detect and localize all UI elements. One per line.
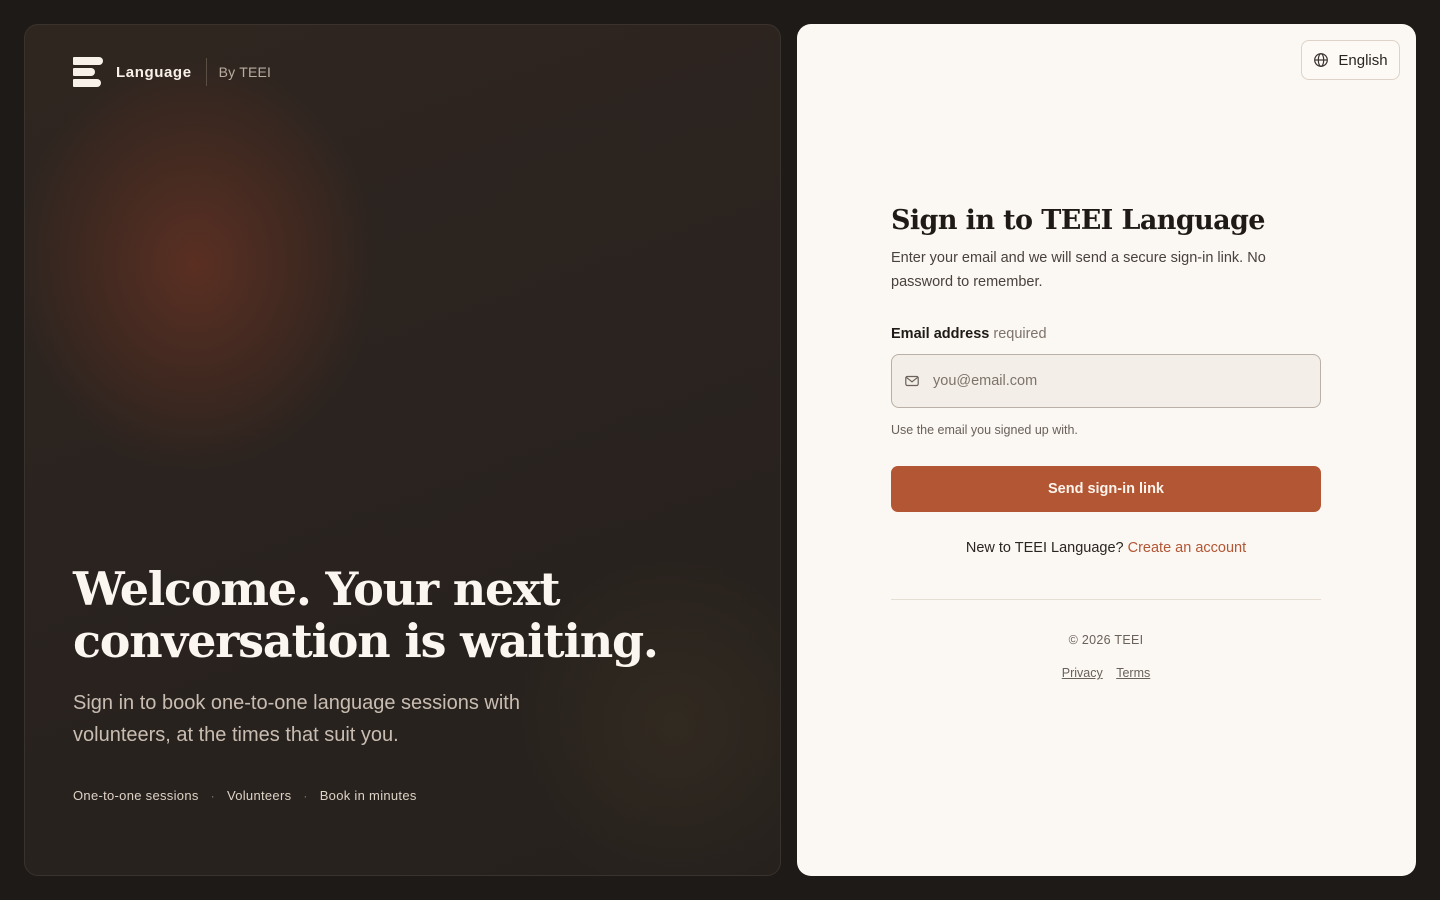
legal-links: Privacy Terms (891, 666, 1321, 680)
email-field-label: Email address required (891, 326, 1321, 342)
sign-in-card: English Sign in to TEEI Language Enter y… (797, 24, 1416, 876)
create-account-prompt: New to TEEI Language? Create an account (891, 540, 1321, 556)
sign-in-form: Sign in to TEEI Language Enter your emai… (891, 204, 1321, 680)
hero-headline-line-2: conversation is waiting. (73, 614, 659, 668)
privacy-link[interactable]: Privacy (1062, 666, 1103, 680)
globe-icon (1313, 52, 1329, 68)
divider (891, 599, 1321, 600)
create-account-link[interactable]: Create an account (1128, 540, 1247, 556)
feature-chip: Book in minutes (319, 788, 417, 803)
hero-subtitle: Sign in to book one-to-one language sess… (73, 692, 520, 746)
terms-link[interactable]: Terms (1116, 666, 1150, 680)
language-label: English (1338, 51, 1388, 69)
chip-separator: · (303, 788, 308, 803)
chip-separator: · (210, 788, 215, 803)
brand[interactable]: Language By TEEI (73, 57, 271, 87)
email-input[interactable] (933, 355, 1320, 407)
feature-chips: One-to-one sessions · Volunteers · Book … (73, 788, 417, 803)
feature-chip: Volunteers (226, 788, 292, 803)
hero-panel: Language By TEEI Welcome. Your next conv… (24, 24, 781, 876)
language-selector-button[interactable]: English (1301, 40, 1400, 80)
email-input-wrapper[interactable] (891, 354, 1321, 408)
copyright: © 2026 TEEI (1068, 633, 1144, 647)
brand-name: Language (116, 63, 192, 81)
email-label: Email address (891, 326, 990, 342)
hero-headline: Welcome. Your next conversation is waiti… (73, 563, 693, 667)
feature-chip: One-to-one sessions (73, 788, 199, 803)
form-subtitle: Enter your email and we will send a secu… (891, 250, 1266, 290)
form-title: Sign in to TEEI Language (891, 205, 1265, 236)
send-sign-in-link-button[interactable]: Send sign-in link (891, 466, 1321, 512)
brand-divider (205, 58, 207, 86)
brand-byline: By TEEI (218, 64, 272, 80)
required-indicator: required (993, 326, 1047, 342)
new-account-text: New to TEEI Language? (965, 540, 1124, 556)
email-hint: Use the email you signed up with. (891, 423, 1078, 437)
mail-icon (904, 373, 920, 389)
hero-headline-line-1: Welcome. Your next (73, 562, 561, 616)
logo-icon (73, 57, 103, 87)
